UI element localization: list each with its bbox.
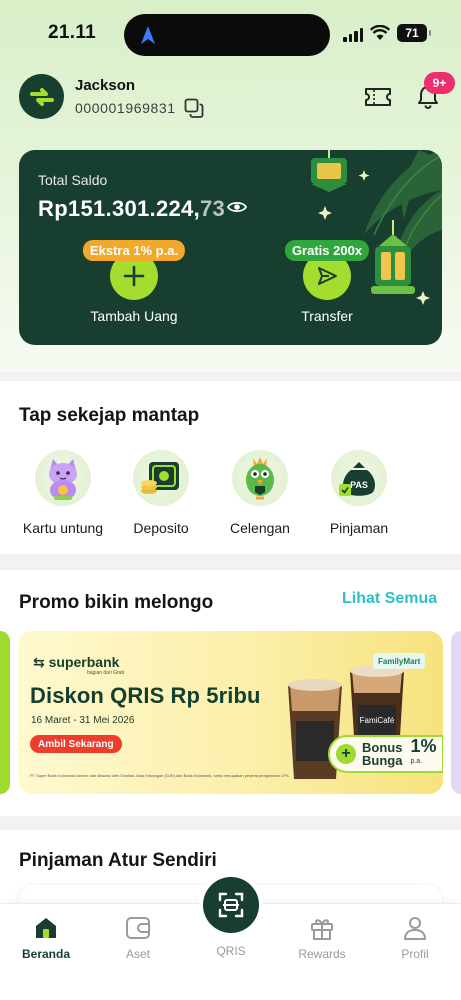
brand-subtitle: bagian dari Grab	[87, 670, 125, 676]
shortcut-pinjaman[interactable]: PAS Pinjaman	[314, 450, 404, 536]
dynamic-island	[124, 14, 330, 56]
bonus-rate-unit: p.a.	[410, 758, 423, 765]
bonus-line-2: Bunga	[362, 753, 403, 768]
gift-icon	[308, 914, 336, 942]
nav-label: Profil	[401, 947, 429, 961]
balance-cents: 73	[199, 196, 226, 221]
superbank-logo[interactable]	[19, 74, 64, 119]
nav-aset[interactable]: Aset	[103, 914, 173, 961]
copy-icon[interactable]	[184, 98, 204, 118]
balance-whole: Rp151.301.224,	[38, 196, 200, 221]
total-balance-amount: Rp151.301.224,73	[38, 196, 225, 222]
extra-interest-tag: Ekstra 1% p.a.	[82, 240, 186, 261]
account-number: 000001969831	[75, 100, 176, 116]
superbank-arrow-logo-icon	[29, 87, 54, 106]
superbank-brand: ⇆ superbank bagian dari Grab	[33, 654, 124, 676]
battery-indicator: 71	[397, 24, 431, 42]
shortcut-deposito[interactable]: Deposito	[116, 450, 206, 536]
brand-arrow-icon: ⇆	[33, 654, 49, 670]
shortcut-celengan[interactable]: Celengan	[215, 450, 305, 536]
eye-icon[interactable]	[227, 199, 247, 215]
top-up-button[interactable]: Ekstra 1% p.a. Tambah Uang	[64, 240, 204, 330]
nav-beranda[interactable]: Beranda	[11, 914, 81, 961]
notification-count-badge: 9+	[424, 72, 455, 94]
free-transfer-tag: Gratis 200x	[284, 240, 370, 261]
promo-banner[interactable]: ⇆ superbank bagian dari Grab Diskon QRIS…	[18, 631, 443, 794]
status-bar: 21.11 71	[0, 0, 461, 64]
nav-label: Aset	[125, 947, 150, 961]
brand-name: superbank	[48, 654, 120, 670]
next-promo-peek[interactable]	[451, 631, 461, 794]
nav-label: Rewards	[298, 947, 346, 961]
balance-card: Total Saldo Rp151.301.224,73 Ekstra 1% p…	[19, 150, 442, 345]
home-icon	[32, 914, 60, 942]
wifi-icon	[370, 25, 390, 40]
plus-icon: +	[336, 744, 356, 764]
cup-brand-label: FamiCafé	[360, 716, 395, 725]
status-time: 21.11	[48, 22, 96, 43]
nav-label-qris: QRIS	[216, 944, 246, 958]
transfer-label: Transfer	[301, 308, 353, 324]
nav-profil[interactable]: Profil	[380, 914, 450, 961]
user-name: Jackson	[75, 77, 136, 94]
cellular-signal-icon	[343, 27, 363, 42]
promo-dates: 16 Maret - 31 Mei 2026	[31, 715, 135, 726]
qris-scan-icon	[218, 892, 244, 918]
navigation-arrow-icon	[141, 26, 155, 44]
lucky-cat-icon	[35, 450, 91, 506]
bonus-text: Bonus Bunga	[362, 741, 402, 767]
top-up-label: Tambah Uang	[90, 308, 178, 324]
promo-title: Promo bikin melongo	[19, 592, 214, 613]
nav-rewards[interactable]: Rewards	[287, 914, 357, 961]
shortcut-kartu-untung[interactable]: Kartu untung	[18, 450, 108, 536]
see-all-promo-link[interactable]: Lihat Semua	[342, 590, 437, 608]
nav-label: Beranda	[21, 947, 71, 961]
safe-icon	[133, 450, 189, 506]
transfer-button[interactable]: Gratis 200x Transfer	[257, 240, 397, 330]
shortcut-label: Pinjaman	[329, 520, 389, 536]
shortcut-label: Deposito	[133, 520, 189, 536]
shortcut-label: Celengan	[230, 520, 290, 536]
money-bag-icon: PAS	[331, 450, 387, 506]
shortcuts-title: Tap sekejap mantap	[19, 405, 200, 426]
wallet-icon	[124, 914, 152, 942]
shortcut-label: Kartu untung	[22, 520, 104, 536]
familymart-logo: FamilyMart	[373, 653, 426, 669]
promo-fine-print: PT Super Bank Indonesia berizin dan diaw…	[30, 773, 290, 778]
bonus-interest-badge: + Bonus Bunga 1% p.a.	[328, 735, 443, 773]
svg-text:PAS: PAS	[350, 480, 368, 490]
mascot-bird-icon	[232, 450, 288, 506]
voucher-ticket-icon[interactable]	[364, 86, 392, 108]
promo-cta-button[interactable]: Ambil Sekarang	[30, 735, 122, 753]
bonus-rate: 1% p.a.	[410, 736, 437, 770]
loan-section-title: Pinjaman Atur Sendiri	[19, 850, 217, 871]
total-balance-label: Total Saldo	[38, 172, 108, 188]
previous-promo-peek[interactable]	[0, 631, 10, 794]
qris-scan-button[interactable]	[203, 877, 259, 933]
bonus-rate-value: 1%	[410, 736, 437, 756]
promo-headline: Diskon QRIS Rp 5ribu	[30, 683, 261, 708]
profile-icon	[401, 914, 429, 942]
